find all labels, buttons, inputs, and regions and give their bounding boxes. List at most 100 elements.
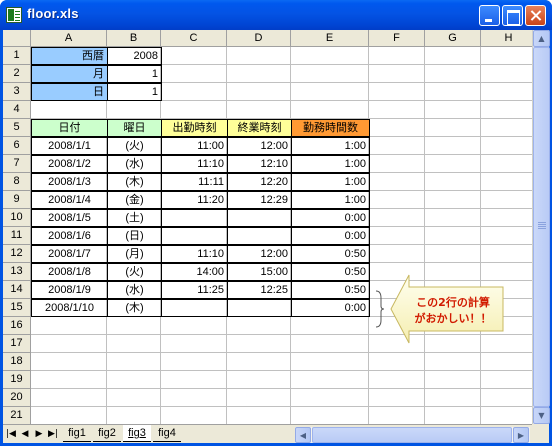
row-header-3[interactable]: 3 <box>3 83 31 101</box>
column-header-H[interactable]: H <box>481 30 537 47</box>
table-header-cell[interactable]: 勤務時間数 <box>291 119 370 137</box>
row-header-14[interactable]: 14 <box>3 281 31 299</box>
table-cell[interactable] <box>227 227 292 245</box>
table-cell[interactable]: 12:20 <box>227 173 292 191</box>
table-cell[interactable]: 2008/1/10 <box>31 299 108 317</box>
param-label-cell[interactable]: 日 <box>31 83 108 101</box>
table-cell[interactable]: 2008/1/6 <box>31 227 108 245</box>
select-all-corner[interactable] <box>3 30 31 47</box>
table-header-cell[interactable]: 終業時刻 <box>227 119 292 137</box>
sheet-tab-fig3[interactable]: fig3 <box>123 425 151 442</box>
next-sheet-icon[interactable]: ▶ <box>33 426 45 442</box>
param-value-cell[interactable]: 1 <box>107 65 162 83</box>
excel-file-icon[interactable] <box>6 7 22 23</box>
row-header-9[interactable]: 9 <box>3 191 31 209</box>
column-header-D[interactable]: D <box>227 30 291 47</box>
table-cell[interactable]: 0:00 <box>291 209 370 227</box>
row-header-21[interactable]: 21 <box>3 407 31 425</box>
table-cell[interactable]: 11:00 <box>161 137 228 155</box>
table-cell[interactable]: (水) <box>107 155 162 173</box>
row-header-18[interactable]: 18 <box>3 353 31 371</box>
table-cell[interactable]: 2008/1/8 <box>31 263 108 281</box>
table-cell[interactable]: (月) <box>107 245 162 263</box>
row-header-17[interactable]: 17 <box>3 335 31 353</box>
table-cell[interactable]: 11:10 <box>161 155 228 173</box>
table-cell[interactable]: (日) <box>107 227 162 245</box>
table-cell[interactable]: 12:29 <box>227 191 292 209</box>
column-header-B[interactable]: B <box>107 30 161 47</box>
minimize-button[interactable] <box>479 5 500 26</box>
row-header-12[interactable]: 12 <box>3 245 31 263</box>
table-cell[interactable]: 0:50 <box>291 245 370 263</box>
table-cell[interactable]: 2008/1/1 <box>31 137 108 155</box>
row-header-13[interactable]: 13 <box>3 263 31 281</box>
row-header-2[interactable]: 2 <box>3 65 31 83</box>
param-label-cell[interactable]: 西暦 <box>31 47 108 65</box>
sheet-tab-fig4[interactable]: fig4 <box>153 425 181 442</box>
row-header-16[interactable]: 16 <box>3 317 31 335</box>
column-header-G[interactable]: G <box>425 30 481 47</box>
table-cell[interactable]: 11:25 <box>161 281 228 299</box>
horizontal-scrollbar[interactable]: ◀ ▶ <box>295 427 530 443</box>
last-sheet-icon[interactable]: ▶| <box>47 426 59 442</box>
row-header-15[interactable]: 15 <box>3 299 31 317</box>
table-cell[interactable]: 15:00 <box>227 263 292 281</box>
scroll-down-button[interactable]: ▼ <box>533 407 550 424</box>
table-cell[interactable] <box>161 299 228 317</box>
row-header-8[interactable]: 8 <box>3 173 31 191</box>
table-cell[interactable]: (木) <box>107 299 162 317</box>
scroll-up-button[interactable]: ▲ <box>533 30 550 47</box>
table-cell[interactable]: (木) <box>107 173 162 191</box>
row-header-7[interactable]: 7 <box>3 155 31 173</box>
table-cell[interactable]: 2008/1/5 <box>31 209 108 227</box>
table-cell[interactable]: 1:00 <box>291 173 370 191</box>
sheet-tab-fig2[interactable]: fig2 <box>93 425 121 442</box>
table-cell[interactable]: 1:00 <box>291 191 370 209</box>
table-cell[interactable]: 2008/1/9 <box>31 281 108 299</box>
param-value-cell[interactable]: 2008 <box>107 47 162 65</box>
row-header-1[interactable]: 1 <box>3 47 31 65</box>
table-cell[interactable]: 0:50 <box>291 263 370 281</box>
resize-grip-icon[interactable] <box>532 424 549 443</box>
first-sheet-icon[interactable]: |◀ <box>5 426 17 442</box>
column-header-E[interactable]: E <box>291 30 369 47</box>
table-cell[interactable]: 0:00 <box>291 227 370 245</box>
maximize-button[interactable] <box>502 5 523 26</box>
table-cell[interactable]: 11:20 <box>161 191 228 209</box>
title-bar[interactable]: floor.xls <box>0 0 552 30</box>
table-cell[interactable]: 12:25 <box>227 281 292 299</box>
row-header-10[interactable]: 10 <box>3 209 31 227</box>
table-cell[interactable]: 2008/1/7 <box>31 245 108 263</box>
table-cell[interactable]: (火) <box>107 137 162 155</box>
horizontal-scroll-thumb[interactable] <box>312 427 512 443</box>
table-cell[interactable]: 1:00 <box>291 155 370 173</box>
scroll-left-button[interactable]: ◀ <box>295 427 311 443</box>
table-cell[interactable]: 2008/1/2 <box>31 155 108 173</box>
table-cell[interactable] <box>161 209 228 227</box>
table-cell[interactable]: 12:00 <box>227 137 292 155</box>
table-cell[interactable]: 11:11 <box>161 173 228 191</box>
row-header-6[interactable]: 6 <box>3 137 31 155</box>
close-button[interactable] <box>525 5 546 26</box>
table-cell[interactable]: 12:10 <box>227 155 292 173</box>
row-header-5[interactable]: 5 <box>3 119 31 137</box>
table-cell[interactable] <box>227 299 292 317</box>
column-header-C[interactable]: C <box>161 30 227 47</box>
table-cell[interactable]: (火) <box>107 263 162 281</box>
table-cell[interactable]: (金) <box>107 191 162 209</box>
table-cell[interactable] <box>227 209 292 227</box>
table-cell[interactable]: (水) <box>107 281 162 299</box>
vertical-scroll-thumb[interactable] <box>533 47 550 407</box>
column-header-A[interactable]: A <box>31 30 107 47</box>
sheet-tab-fig1[interactable]: fig1 <box>63 425 91 442</box>
table-cell[interactable]: 14:00 <box>161 263 228 281</box>
table-cell[interactable]: 1:00 <box>291 137 370 155</box>
prev-sheet-icon[interactable]: ◀ <box>19 426 31 442</box>
row-header-4[interactable]: 4 <box>3 101 31 119</box>
row-header-20[interactable]: 20 <box>3 389 31 407</box>
table-cell[interactable] <box>161 227 228 245</box>
param-value-cell[interactable]: 1 <box>107 83 162 101</box>
row-header-11[interactable]: 11 <box>3 227 31 245</box>
table-cell[interactable]: 2008/1/4 <box>31 191 108 209</box>
column-header-F[interactable]: F <box>369 30 425 47</box>
